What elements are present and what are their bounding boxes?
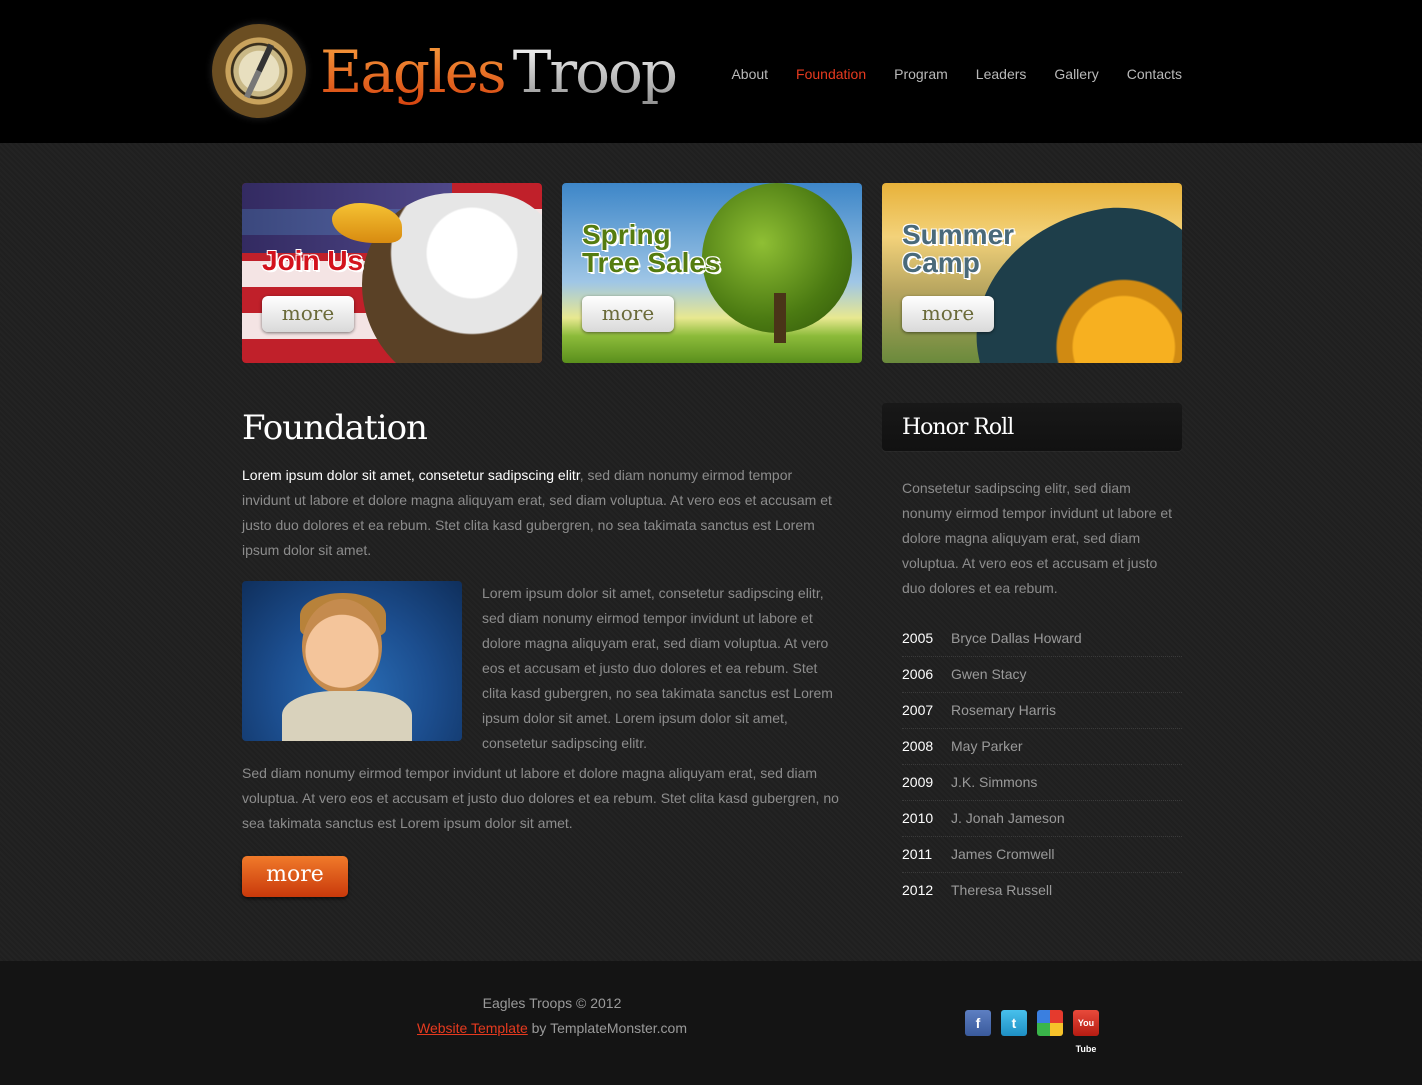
more-button[interactable]: more xyxy=(242,856,348,897)
logo[interactable]: Eagles Troop xyxy=(212,24,678,120)
logo-word-troop: Troop xyxy=(512,38,678,106)
honor-year: 2007 xyxy=(902,702,934,718)
social-links: f t You Tube xyxy=(965,1010,1099,1054)
banner-summer-camp[interactable]: Summer Camp more xyxy=(882,183,1182,363)
nav-contacts[interactable]: Contacts xyxy=(1127,66,1182,82)
nav-about[interactable]: About xyxy=(731,66,768,82)
honor-name: Rosemary Harris xyxy=(951,702,1057,718)
banner-title: Summer Camp xyxy=(902,219,1015,278)
twitter-icon[interactable]: t xyxy=(1001,1010,1027,1036)
header: Eagles Troop About Foundation Program Lea… xyxy=(0,0,1422,143)
photo-face xyxy=(302,599,382,694)
list-item: 2006 Gwen Stacy xyxy=(902,657,1182,693)
honor-year: 2009 xyxy=(902,774,934,790)
banner-title: Spring Tree Sales xyxy=(582,219,721,278)
list-item: 2007 Rosemary Harris xyxy=(902,693,1182,729)
page-title: Foundation xyxy=(242,408,428,448)
honor-year: 2006 xyxy=(902,666,934,682)
honor-name: James Cromwell xyxy=(951,846,1055,862)
credit-by: by TemplateMonster.com xyxy=(527,1020,688,1036)
picasa-icon[interactable] xyxy=(1037,1010,1063,1036)
sidebar-header: Honor Roll xyxy=(882,403,1182,451)
banner-spring-tree-sales[interactable]: Spring Tree Sales more xyxy=(562,183,862,363)
compass-icon xyxy=(212,24,306,118)
nav-foundation[interactable]: Foundation xyxy=(796,66,866,82)
list-item: 2011 James Cromwell xyxy=(902,837,1182,873)
list-item: 2008 May Parker xyxy=(902,729,1182,765)
main-nav: About Foundation Program Leaders Gallery… xyxy=(731,66,1182,82)
honor-year: 2008 xyxy=(902,738,934,754)
banner-row: Join Us more Spring Tree Sales more Summ… xyxy=(242,183,1182,363)
honor-name: Theresa Russell xyxy=(951,882,1053,898)
main-content: Foundation Lorem ipsum dolor sit amet, c… xyxy=(242,403,842,897)
sidebar-title: Honor Roll xyxy=(902,415,1014,440)
honor-year: 2011 xyxy=(902,846,933,862)
logo-text: Eagles Troop xyxy=(320,32,678,112)
list-item: 2009 J.K. Simmons xyxy=(902,765,1182,801)
honor-name: Gwen Stacy xyxy=(951,666,1027,682)
banner-title: Join Us xyxy=(262,245,364,276)
intro-paragraph: Lorem ipsum dolor sit amet, consetetur s… xyxy=(242,463,842,563)
youtube-icon[interactable]: You Tube xyxy=(1073,1010,1099,1054)
compass-needle xyxy=(244,43,274,99)
nav-gallery[interactable]: Gallery xyxy=(1054,66,1098,82)
honor-name: Bryce Dallas Howard xyxy=(951,630,1082,646)
list-item: 2012 Theresa Russell xyxy=(902,873,1182,908)
footer: Eagles Troops © 2012 Website Template by… xyxy=(0,961,1422,1085)
honor-year: 2010 xyxy=(902,810,934,826)
honor-roll-list: 2005 Bryce Dallas Howard 2006 Gwen Stacy 2… xyxy=(902,621,1182,908)
intro-lead: Lorem ipsum dolor sit amet, consetetur s… xyxy=(242,467,580,483)
website-template-link[interactable]: Website Template xyxy=(417,1020,528,1036)
logo-word-eagles: Eagles xyxy=(320,38,507,106)
boy-photo xyxy=(242,581,462,741)
photo-jacket xyxy=(282,691,412,741)
credit-line: Website Template by TemplateMonster.com xyxy=(352,1016,752,1041)
facebook-icon[interactable]: f xyxy=(965,1010,991,1036)
page: Eagles Troop About Foundation Program Lea… xyxy=(0,0,1422,1085)
list-item: 2010 J. Jonah Jameson xyxy=(902,801,1182,837)
sidebar: Honor Roll Consetetur sadipscing elitr, … xyxy=(882,403,1182,898)
copyright: Eagles Troops © 2012 Website Template by… xyxy=(352,991,752,1041)
honor-name: May Parker xyxy=(951,738,1023,754)
list-item: 2005 Bryce Dallas Howard xyxy=(902,621,1182,657)
honor-year: 2005 xyxy=(902,630,934,646)
photo-side-paragraph: Lorem ipsum dolor sit amet, consetetur s… xyxy=(482,585,833,751)
banner-more-button[interactable]: more xyxy=(582,296,674,332)
sidebar-paragraph: Consetetur sadipscing elitr, sed diam no… xyxy=(902,480,1173,596)
outro-paragraph: Sed diam nonumy eirmod tempor invidunt u… xyxy=(242,765,839,831)
banner-more-button[interactable]: more xyxy=(902,296,994,332)
copyright-text: Eagles Troops © 2012 xyxy=(482,995,622,1011)
nav-program[interactable]: Program xyxy=(894,66,948,82)
honor-name: J.K. Simmons xyxy=(951,774,1038,790)
honor-name: J. Jonah Jameson xyxy=(951,810,1065,826)
banner-join-us[interactable]: Join Us more xyxy=(242,183,542,363)
tree-trunk xyxy=(774,293,786,343)
banner-more-button[interactable]: more xyxy=(262,296,354,332)
nav-leaders[interactable]: Leaders xyxy=(976,66,1027,82)
honor-year: 2012 xyxy=(902,882,934,898)
